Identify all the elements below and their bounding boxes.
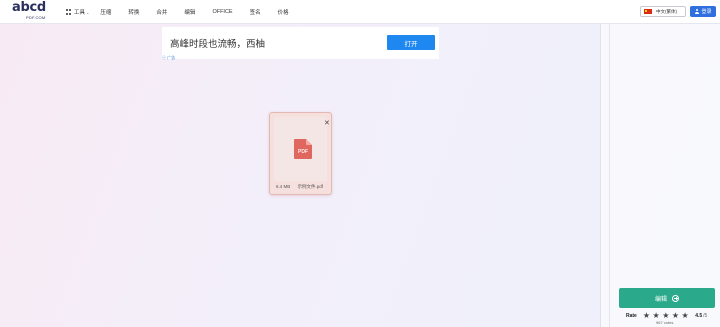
nav-item-label: 合并 <box>156 10 168 16</box>
star-icon[interactable]: ★ <box>672 311 679 320</box>
nav-item-label: 压缩 <box>100 10 112 16</box>
main-nav: 工具 ⌄ 压缩 转换 合并 编辑 OFFICE 签名 价格 <box>66 0 289 24</box>
nav-item-tools[interactable]: 工具 ⌄ <box>66 8 89 16</box>
nav-item-label: 转换 <box>128 10 140 16</box>
star-icon[interactable]: ★ <box>662 311 669 320</box>
action-label: 编辑 <box>654 295 667 303</box>
ad-text: 高峰时段也流畅，西柚 <box>170 39 266 50</box>
star-icon[interactable]: ★ <box>643 311 650 320</box>
file-card[interactable]: ✕ PDF 6.4 MB 示例文件.pdf <box>269 112 332 195</box>
rating-max: /5 <box>703 312 708 319</box>
nav-item-merge[interactable]: 合并 <box>156 8 167 16</box>
close-icon[interactable]: ✕ <box>324 120 330 127</box>
ad-banner[interactable]: 高峰时段也流畅，西柚 打开 <box>162 27 439 59</box>
rate-label: Rate <box>626 312 637 319</box>
nav-item-label: 编辑 <box>184 10 196 16</box>
ad-label[interactable]: ⓧ 广告 <box>162 55 175 61</box>
language-selector[interactable]: 中文(繁体) <box>640 6 686 17</box>
right-sidebar <box>600 24 720 327</box>
nav-item-office[interactable]: OFFICE <box>212 9 232 15</box>
top-header: abcd PDF.COM 工具 ⌄ 压缩 转换 合并 编辑 OFFICE 签名 … <box>0 0 720 24</box>
rating-score: 4.5 <box>695 312 703 319</box>
nav-item-edit[interactable]: 编辑 <box>184 8 195 16</box>
nav-item-label: 价格 <box>277 10 289 16</box>
rating-row: Rate ★ ★ ★ ★ ★ 4.5 /5 <box>626 311 707 320</box>
sidebar-divider <box>609 24 610 327</box>
nav-item-sign[interactable]: 签名 <box>250 8 261 16</box>
user-icon <box>694 9 699 14</box>
file-size: 6.4 MB <box>276 184 291 189</box>
nav-item-convert[interactable]: 转换 <box>128 8 139 16</box>
file-meta: 6.4 MB 示例文件.pdf <box>276 184 329 190</box>
star-rating[interactable]: ★ ★ ★ ★ ★ <box>643 311 691 320</box>
ad-open-button[interactable]: 打开 <box>387 35 435 50</box>
file-name: 示例文件.pdf <box>297 184 324 189</box>
vote-count: 967 votes <box>656 320 674 325</box>
chevron-down-icon: ⌄ <box>86 9 90 15</box>
login-button[interactable]: 登录 <box>690 6 716 17</box>
nav-item-label: OFFICE <box>212 9 233 15</box>
nav-item-label: 签名 <box>249 10 261 16</box>
nav-item-label: 工具 <box>74 10 86 16</box>
site-logo[interactable]: abcd PDF.COM <box>12 0 54 22</box>
arrow-circle-icon <box>672 294 679 302</box>
nav-item-pricing[interactable]: 价格 <box>278 8 289 16</box>
svg-text:PDF: PDF <box>298 149 308 155</box>
pdf-file-icon: PDF <box>294 139 312 159</box>
grid-icon <box>66 9 72 15</box>
star-icon[interactable]: ★ <box>682 311 689 320</box>
language-label: 中文(繁体) <box>656 8 677 14</box>
logo-text: abcd <box>12 0 46 15</box>
logo-subtext: PDF.COM <box>26 15 46 20</box>
star-icon[interactable]: ★ <box>653 311 660 320</box>
edit-action-button[interactable]: 编辑 <box>619 288 715 308</box>
login-label: 登录 <box>701 9 712 15</box>
nav-item-compress[interactable]: 压缩 <box>100 8 111 16</box>
china-flag-icon <box>644 9 652 14</box>
